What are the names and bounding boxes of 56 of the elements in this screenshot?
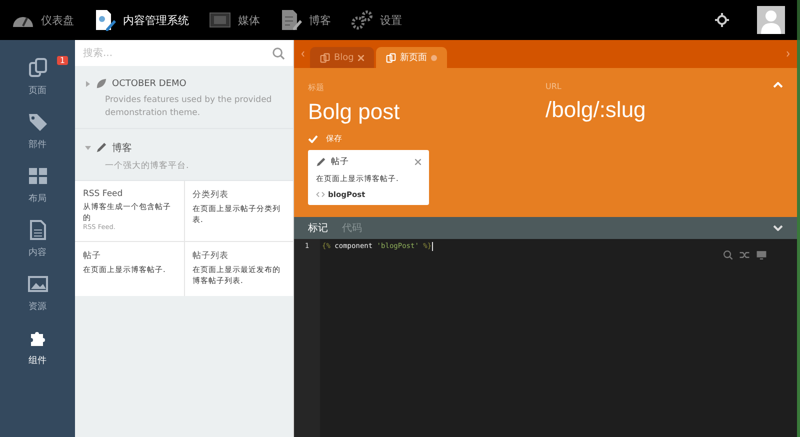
search-field[interactable]: 搜索... bbox=[75, 40, 293, 66]
monitor-icon[interactable] bbox=[756, 250, 767, 260]
group-description: 一个强大的博客平台. bbox=[105, 160, 190, 172]
pencil-icon bbox=[316, 157, 326, 167]
tag-icon bbox=[28, 112, 48, 132]
chevron-right-icon[interactable] bbox=[786, 51, 790, 57]
nav-item[interactable]: 博客 bbox=[280, 9, 331, 31]
field-label: 标题 bbox=[308, 82, 324, 93]
close-icon[interactable] bbox=[358, 54, 364, 60]
component-name: 帖子列表 bbox=[192, 250, 230, 262]
checkmark-icon bbox=[308, 134, 318, 142]
card-title: 帖子 bbox=[331, 156, 350, 168]
pages-icon bbox=[28, 58, 48, 78]
avatar-silhouette[interactable] bbox=[757, 6, 785, 34]
sidebar-item[interactable]: 资源 bbox=[0, 266, 75, 320]
group-header[interactable]: OCTOBER DEMO bbox=[85, 78, 283, 89]
caret-icon bbox=[85, 80, 91, 86]
field-label: URL bbox=[546, 82, 562, 91]
group-description: Provides features used by the provided demonstration theme. bbox=[105, 94, 273, 120]
component-name: 帖子 bbox=[83, 250, 102, 262]
caret-icon bbox=[85, 144, 91, 150]
picture-icon bbox=[209, 11, 231, 29]
crosshair-icon[interactable] bbox=[715, 13, 729, 27]
group-header[interactable]: 博客 bbox=[85, 140, 283, 154]
collapse-icon[interactable] bbox=[773, 82, 783, 88]
shuffle-icon[interactable] bbox=[739, 250, 750, 260]
pages-icon bbox=[386, 52, 396, 62]
component-name: 分类列表 bbox=[192, 189, 230, 202]
nav-item[interactable]: 媒体 bbox=[209, 11, 260, 29]
pencil-icon bbox=[96, 142, 107, 153]
gears-icon bbox=[351, 10, 373, 30]
chevron-down-icon[interactable] bbox=[773, 225, 783, 231]
grid-icon bbox=[28, 166, 48, 186]
count-badge: 1 bbox=[56, 56, 68, 65]
chevron-left-icon[interactable] bbox=[301, 51, 305, 57]
component-name: RSS Feed bbox=[83, 189, 124, 200]
leaf-icon bbox=[96, 78, 107, 89]
nav-item[interactable]: 仪表盘 bbox=[12, 11, 74, 29]
code-icon bbox=[316, 191, 325, 198]
document-icon bbox=[28, 220, 48, 240]
sidebar-item[interactable]: 组件 bbox=[0, 320, 75, 374]
sidebar-item[interactable]: 布局 bbox=[0, 158, 75, 212]
sidebar-item[interactable]: 页面 1 bbox=[0, 50, 75, 104]
document-pencil-icon bbox=[94, 9, 116, 31]
editor-tab[interactable]: 标记 bbox=[308, 221, 328, 235]
picture-icon bbox=[28, 274, 48, 294]
search-icon bbox=[272, 47, 285, 60]
sidebar-item[interactable]: 部件 bbox=[0, 104, 75, 158]
unsaved-dot-icon bbox=[430, 54, 437, 60]
pages-icon bbox=[320, 52, 330, 62]
search-icon[interactable] bbox=[723, 250, 733, 260]
document-pencil-icon bbox=[280, 9, 302, 31]
sidebar-item[interactable]: 内容 bbox=[0, 212, 75, 266]
nav-item[interactable]: 设置 bbox=[351, 10, 402, 30]
nav-item[interactable]: 内容管理系统 bbox=[94, 9, 189, 31]
close-icon[interactable] bbox=[415, 159, 421, 165]
